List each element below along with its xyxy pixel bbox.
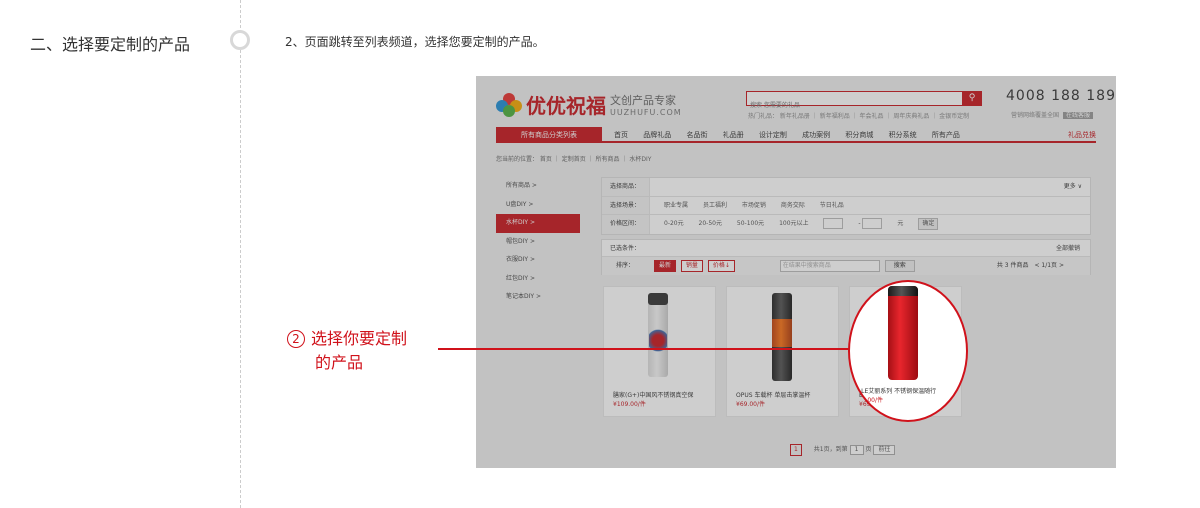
nav-item[interactable]: 设计定制 xyxy=(759,131,787,139)
product-image xyxy=(604,287,715,387)
filter-label: 价格区间： xyxy=(602,215,650,234)
brand-name: 优优祝福 xyxy=(526,94,606,118)
page-input[interactable]: 1 xyxy=(849,444,864,455)
search-icon[interactable]: ⚲ xyxy=(962,91,982,106)
step-description: 2、页面跳转至列表频道，选择您要定制的产品。 xyxy=(285,35,545,49)
price-unit: 元 xyxy=(897,220,904,227)
filter-option[interactable]: 市场促销 xyxy=(742,202,766,209)
category-sidebar: 所有商品 > U盘DIY > 水杯DIY > 帽包DIY > 衣服DIY > 红… xyxy=(496,177,580,307)
hotline-note: 营销网络覆盖全国 xyxy=(1011,112,1060,119)
product-card[interactable]: 膳家(G+)中国风不锈钢真空保 ¥109.00/件 xyxy=(603,286,716,417)
sort-sales-button[interactable]: 销量 xyxy=(680,259,703,272)
sidebar-item-red-envelope[interactable]: 红包DIY > xyxy=(496,270,580,289)
pagination: 1 共1页，到第 1 页 前往 xyxy=(790,444,896,456)
hot-keywords[interactable]: 热门礼品： 新年礼品册 ｜ 新年福利品 ｜ 年会礼品 ｜ 周年庆典礼品 ｜ 金银… xyxy=(748,111,969,120)
flower-logo-icon xyxy=(496,92,522,117)
nav-item[interactable]: 成功案例 xyxy=(802,131,830,139)
brand-url: UUZHUFU.COM xyxy=(610,108,682,117)
nav-item[interactable]: 积分商城 xyxy=(845,131,873,139)
highlighted-product[interactable]: ELLE艾丽系列 不锈钢保温随行 ¥69.00/件 xyxy=(848,280,968,422)
clear-all-button[interactable]: 全部撤销 xyxy=(1056,240,1080,257)
filter-option[interactable]: 0-20元 xyxy=(664,220,684,227)
breadcrumb[interactable]: 您当前的位置： 首页 ｜ 定制首页 ｜ 所有商品 ｜ 水杯DIY xyxy=(496,154,651,163)
price-max-input[interactable] xyxy=(862,218,883,229)
filter-row-price: 价格区间： 0-20元 20-50元 50-100元 100元以上 - 元 确定 xyxy=(602,215,1090,234)
filter-option[interactable]: 商务交际 xyxy=(781,202,805,209)
filter-label: 选择场景： xyxy=(602,196,650,214)
callout-pointer-line xyxy=(438,348,850,350)
nav-item[interactable]: 名品街 xyxy=(686,131,707,139)
sort-label: 排序： xyxy=(616,262,635,269)
filter-option[interactable]: 职业专属 xyxy=(664,202,688,209)
brand-tagline: 文创产品专家 xyxy=(610,94,676,107)
price-confirm-button[interactable]: 确定 xyxy=(918,217,939,230)
product-price: ¥109.00/件 xyxy=(613,401,646,408)
online-service-button[interactable]: 在线客服 xyxy=(1062,112,1093,119)
result-search-button[interactable]: 搜索 xyxy=(884,259,915,272)
hotline-subtext: 营销网络覆盖全国 在线客服 xyxy=(1011,110,1093,119)
sidebar-item-clothes[interactable]: 衣服DIY > xyxy=(496,251,580,270)
sidebar-item-usb[interactable]: U盘DIY > xyxy=(496,196,580,215)
callout-annotation: 2 选择你要定制 的产品 xyxy=(287,327,407,375)
callout-text-line2: 的产品 xyxy=(315,353,364,372)
filter-option[interactable]: 节日礼品 xyxy=(820,202,844,209)
product-card[interactable]: OPUS 车载杯 单层击掌温杯 ¥69.00/件 xyxy=(726,286,839,417)
product-image xyxy=(727,287,838,387)
pager-unit: 页 xyxy=(865,446,872,453)
step-title: 二、选择要定制的产品 xyxy=(30,35,191,54)
filter-panel: 选择商品： 更多 ∨ 选择场景： 职业专属 员工福利 市场促销 商务交际 节日礼… xyxy=(601,177,1091,235)
filter-label: 选择商品： xyxy=(602,178,650,196)
website-screenshot: 优优祝福 文创产品专家 UUZHUFU.COM ⚲ 热门礼品： 新年礼品册 ｜ … xyxy=(476,76,1116,468)
hotline-number: 4008 188 189 xyxy=(1006,88,1116,104)
result-search-input[interactable]: 在结果中搜索商品 xyxy=(779,259,880,272)
main-nav: 所有商品分类列表 首页 品牌礼品 名品街 礼品册 设计定制 成功案例 积分商城 … xyxy=(496,127,1096,143)
result-count: 共 3 件商品 < 1/1页 > xyxy=(996,262,1064,269)
product-price: ¥69.00/件 xyxy=(736,401,766,408)
timeline-line xyxy=(240,0,241,508)
nav-item[interactable]: 所有产品 xyxy=(932,131,960,139)
highlighted-product-name: ELLE艾丽系列 不锈钢保温随行 xyxy=(854,388,937,395)
selected-label: 已选条件： xyxy=(610,245,641,252)
gift-redeem-link[interactable]: 礼品兑换 xyxy=(1068,127,1096,143)
product-name[interactable]: 膳家(G+)中国风不锈钢真空保 xyxy=(613,390,693,399)
selected-conditions: 已选条件： 全部撤销 排序： 最新 销量 价格↓ 在结果中搜索商品 搜索 共 3… xyxy=(601,239,1091,275)
timeline-dot xyxy=(230,30,250,50)
pager-text: 共1页，到第 xyxy=(813,446,848,453)
sort-price-button[interactable]: 价格↓ xyxy=(707,259,735,272)
filter-option[interactable]: 100元以上 xyxy=(779,220,808,227)
nav-item[interactable]: 礼品册 xyxy=(723,131,744,139)
product-grid: 膳家(G+)中国风不锈钢真空保 ¥109.00/件 OPUS 车载杯 单层击掌温… xyxy=(601,286,1091,421)
filter-more-button[interactable]: 更多 ∨ xyxy=(1064,178,1082,196)
site-logo[interactable]: 优优祝福 文创产品专家 UUZHUFU.COM xyxy=(496,90,682,119)
sidebar-item-cup[interactable]: 水杯DIY > xyxy=(496,214,580,233)
filter-option[interactable]: 50-100元 xyxy=(737,220,764,227)
sort-newest-button[interactable]: 最新 xyxy=(653,259,676,272)
filter-option[interactable]: 20-50元 xyxy=(699,220,722,227)
go-page-button[interactable]: 前往 xyxy=(873,444,896,455)
sidebar-item-all[interactable]: 所有商品 > xyxy=(496,177,580,196)
nav-item[interactable]: 积分系统 xyxy=(889,131,917,139)
sidebar-item-notebook[interactable]: 笔记本DIY > xyxy=(496,288,580,307)
filter-row-scene: 选择场景： 职业专属 员工福利 市场促销 商务交际 节日礼品 xyxy=(602,196,1090,215)
sidebar-item-hat-bag[interactable]: 帽包DIY > xyxy=(496,233,580,252)
price-min-input[interactable] xyxy=(823,218,844,229)
nav-item[interactable]: 首页 xyxy=(614,131,628,139)
highlighted-product-price: ¥69.00/件 xyxy=(854,397,884,404)
site-search-box: ⚲ xyxy=(746,91,982,112)
callout-number: 2 xyxy=(287,330,305,348)
filter-option[interactable]: 员工福利 xyxy=(703,202,727,209)
current-page[interactable]: 1 xyxy=(790,444,802,456)
all-categories-button[interactable]: 所有商品分类列表 xyxy=(496,127,602,143)
product-name[interactable]: OPUS 车载杯 单层击掌温杯 xyxy=(736,390,810,399)
filter-row-product: 选择商品： 更多 ∨ xyxy=(602,178,1090,197)
callout-text-line1: 选择你要定制 xyxy=(311,329,408,348)
nav-item[interactable]: 品牌礼品 xyxy=(643,131,671,139)
nav-items: 首页 品牌礼品 名品街 礼品册 设计定制 成功案例 积分商城 积分系统 所有产品 xyxy=(614,127,973,143)
